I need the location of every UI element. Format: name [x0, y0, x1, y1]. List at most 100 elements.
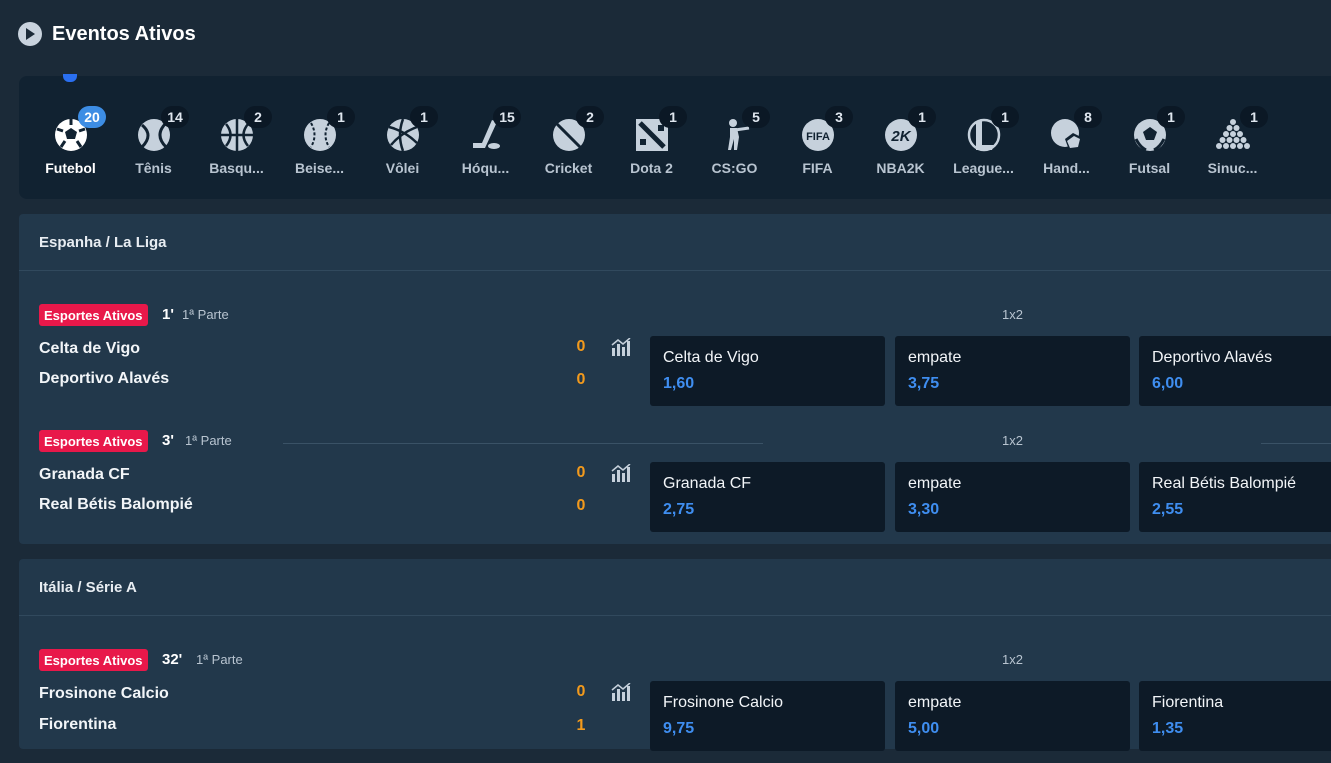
stats-chart-icon[interactable]	[611, 337, 631, 356]
divider	[283, 443, 763, 444]
sport-label: Futsal	[1128, 160, 1171, 176]
odd-value: 1,60	[663, 375, 695, 392]
sport-tab-tenis[interactable]: 14 Tênis	[112, 76, 195, 199]
odd-value: 9,75	[663, 720, 695, 737]
odd-button-home[interactable]: Granada CF 2,75	[650, 462, 885, 532]
sport-tab-fifa[interactable]: FIFA 3 FIFA	[776, 76, 859, 199]
sport-label: Cricket	[544, 160, 593, 176]
odd-value: 1,35	[1152, 720, 1184, 737]
sport-label: NBA2K	[876, 160, 925, 176]
sport-label: Hóqu...	[461, 160, 510, 176]
sport-tab-handebol[interactable]: 8 Hand...	[1025, 76, 1108, 199]
odd-name: empate	[908, 475, 962, 492]
market-label: 1x2	[1002, 307, 1023, 322]
svg-text:FIFA: FIFA	[806, 131, 830, 143]
home-score: 0	[576, 464, 586, 481]
league-section: Espanha / La Liga Esportes Ativos 1' 1ª …	[19, 214, 1331, 544]
sport-count-badge: 8	[1074, 106, 1102, 128]
odd-value: 2,75	[663, 501, 695, 518]
sport-count-badge: 1	[1240, 106, 1268, 128]
match-period: 1ª Parte	[196, 652, 243, 667]
home-score: 0	[576, 683, 586, 700]
sport-count-badge: 1	[908, 106, 936, 128]
odd-button-home[interactable]: Frosinone Calcio 9,75	[650, 681, 885, 751]
page-title: Eventos Ativos	[52, 22, 196, 45]
stats-chart-icon[interactable]	[611, 463, 631, 482]
match-minute: 32'	[162, 651, 183, 668]
league-name: Espanha / La Liga	[39, 234, 167, 251]
sport-label: Tênis	[135, 160, 172, 176]
sport-count-badge: 15	[493, 106, 521, 128]
away-team[interactable]: Deportivo Alavés	[39, 370, 169, 388]
odd-value: 5,00	[908, 720, 940, 737]
stats-chart-icon[interactable]	[611, 682, 631, 701]
sport-tab-cricket[interactable]: 2 Cricket	[527, 76, 610, 199]
sport-count-badge: 20	[78, 106, 106, 128]
odd-name: Granada CF	[663, 475, 752, 492]
home-team[interactable]: Granada CF	[39, 466, 130, 484]
sport-count-badge: 5	[742, 106, 770, 128]
odd-value: 3,75	[908, 375, 940, 392]
sport-count-badge: 1	[659, 106, 687, 128]
market-label: 1x2	[1002, 652, 1023, 667]
odd-button-draw[interactable]: empate 3,30	[895, 462, 1130, 532]
away-team[interactable]: Real Bétis Balompié	[39, 496, 193, 514]
home-team[interactable]: Celta de Vigo	[39, 340, 140, 358]
sport-tab-dota2[interactable]: 1 Dota 2	[610, 76, 693, 199]
divider	[1261, 443, 1331, 444]
odd-value: 6,00	[1152, 375, 1184, 392]
sport-label: Vôlei	[385, 160, 420, 176]
odd-name: Frosinone Calcio	[663, 694, 784, 711]
play-circle-icon	[18, 22, 42, 46]
event-row: Esportes Ativos 32' 1ª Parte 1x2 Frosino…	[19, 637, 1331, 763]
away-team[interactable]: Fiorentina	[39, 716, 116, 734]
svg-text:2K: 2K	[890, 128, 911, 145]
sport-label: CS:GO	[711, 160, 758, 176]
odd-button-away[interactable]: Deportivo Alavés 6,00	[1139, 336, 1331, 406]
sport-count-badge: 2	[244, 106, 272, 128]
sport-tab-league-of-legends[interactable]: 1 League...	[942, 76, 1025, 199]
odd-name: Fiorentina	[1152, 694, 1224, 711]
odd-button-away[interactable]: Fiorentina 1,35	[1139, 681, 1331, 751]
odd-value: 3,30	[908, 501, 940, 518]
league-header[interactable]: Espanha / La Liga	[19, 214, 1331, 271]
sport-count-badge: 1	[991, 106, 1019, 128]
sport-tab-volei[interactable]: 1 Vôlei	[361, 76, 444, 199]
sport-tab-csgo[interactable]: 5 CS:GO	[693, 76, 776, 199]
sport-count-badge: 1	[327, 106, 355, 128]
match-minute: 3'	[162, 432, 174, 449]
sport-tab-basquete[interactable]: 2 Basqu...	[195, 76, 278, 199]
sport-tab-sinuca[interactable]: 1 Sinuc...	[1191, 76, 1274, 199]
odd-name: Real Bétis Balompié	[1152, 475, 1297, 492]
home-team[interactable]: Frosinone Calcio	[39, 685, 169, 703]
odd-button-away[interactable]: Real Bétis Balompié 2,55	[1139, 462, 1331, 532]
odd-name: empate	[908, 694, 962, 711]
event-row: Esportes Ativos 3' 1ª Parte 1x2 Granada …	[19, 418, 1331, 544]
sport-count-badge: 1	[1157, 106, 1185, 128]
odd-name: empate	[908, 349, 962, 366]
match-minute: 1'	[162, 306, 174, 323]
sport-count-badge: 1	[410, 106, 438, 128]
odd-name: Celta de Vigo	[663, 349, 759, 366]
sport-count-badge: 2	[576, 106, 604, 128]
odd-value: 2,55	[1152, 501, 1184, 518]
sport-tab-nba2k[interactable]: 2K 1 NBA2K	[859, 76, 942, 199]
sport-tab-futsal[interactable]: 1 Futsal	[1108, 76, 1191, 199]
event-row: Esportes Ativos 1' 1ª Parte 1x2 Celta de…	[19, 292, 1331, 418]
odd-button-draw[interactable]: empate 3,75	[895, 336, 1130, 406]
league-header[interactable]: Itália / Série A	[19, 559, 1331, 616]
sport-tab-hoquei[interactable]: 15 Hóqu...	[444, 76, 527, 199]
match-period: 1ª Parte	[185, 433, 232, 448]
sport-tab-futebol[interactable]: 20 Futebol	[29, 76, 112, 199]
sport-label: Sinuc...	[1207, 160, 1258, 176]
away-score: 0	[576, 371, 586, 388]
market-label: 1x2	[1002, 433, 1023, 448]
sport-tab-beisebol[interactable]: 1 Beise...	[278, 76, 361, 199]
sport-label: Basqu...	[209, 160, 264, 176]
odd-name: Deportivo Alavés	[1152, 349, 1273, 366]
live-status-badge: Esportes Ativos	[39, 430, 148, 452]
page-header: Eventos Ativos	[18, 20, 196, 48]
odd-button-draw[interactable]: empate 5,00	[895, 681, 1130, 751]
odd-button-home[interactable]: Celta de Vigo 1,60	[650, 336, 885, 406]
match-period: 1ª Parte	[182, 307, 229, 322]
